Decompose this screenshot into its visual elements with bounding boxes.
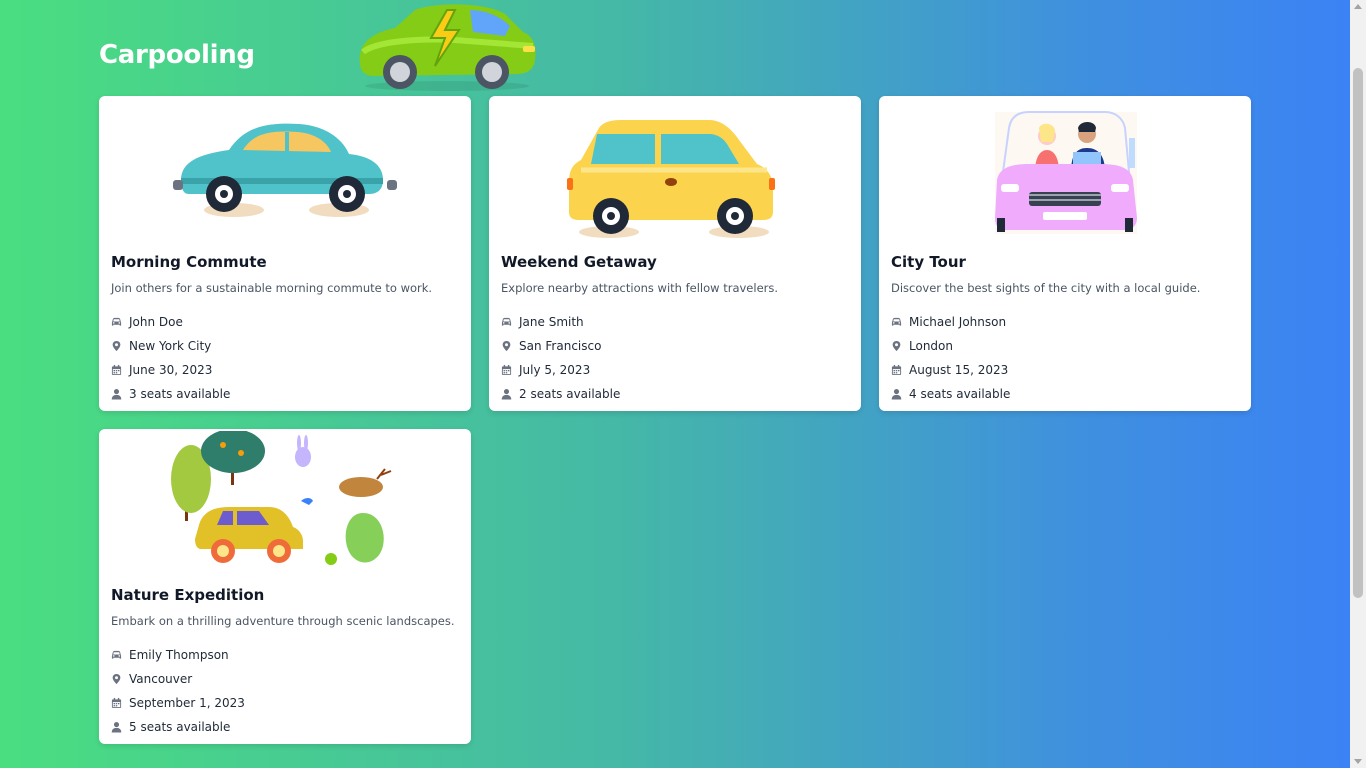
seats-text: 3 seats available <box>129 387 231 401</box>
ride-location: San Francisco <box>501 334 620 358</box>
vertical-scrollbar[interactable] <box>1350 0 1366 768</box>
car-icon <box>501 316 512 328</box>
ride-seats: 4 seats available <box>891 382 1010 406</box>
electric-car-illustration <box>355 2 540 94</box>
ride-date: September 1, 2023 <box>111 691 245 715</box>
calendar-icon <box>891 364 902 376</box>
ride-image <box>169 98 401 238</box>
ride-image <box>169 431 401 571</box>
date-text: July 5, 2023 <box>519 363 591 377</box>
location-name: New York City <box>129 339 212 353</box>
user-icon <box>501 388 512 400</box>
ride-seats: 2 seats available <box>501 382 620 406</box>
ride-title: Weekend Getaway <box>501 253 657 271</box>
seats-text: 4 seats available <box>909 387 1011 401</box>
car-icon <box>891 316 902 328</box>
ride-date: July 5, 2023 <box>501 358 620 382</box>
ride-location: New York City <box>111 334 230 358</box>
date-text: June 30, 2023 <box>129 363 213 377</box>
ride-title: Nature Expedition <box>111 586 265 604</box>
calendar-icon <box>501 364 512 376</box>
location-name: San Francisco <box>519 339 602 353</box>
ride-driver: Michael Johnson <box>891 310 1010 334</box>
ride-seats: 5 seats available <box>111 715 245 739</box>
ride-location: Vancouver <box>111 667 245 691</box>
date-text: September 1, 2023 <box>129 696 245 710</box>
scrollbar-thumb[interactable] <box>1353 68 1363 598</box>
ride-date: August 15, 2023 <box>891 358 1010 382</box>
date-text: August 15, 2023 <box>909 363 1009 377</box>
ride-seats: 3 seats available <box>111 382 230 406</box>
driver-name: John Doe <box>129 315 183 329</box>
map-pin-icon <box>111 340 122 352</box>
ride-card-weekend-getaway[interactable]: Weekend Getaway Explore nearby attractio… <box>489 96 861 411</box>
seats-text: 5 seats available <box>129 720 231 734</box>
user-icon <box>111 721 122 733</box>
user-icon <box>891 388 902 400</box>
ride-title: City Tour <box>891 253 966 271</box>
ride-description: Embark on a thrilling adventure through … <box>111 614 455 628</box>
calendar-icon <box>111 364 122 376</box>
location-name: Vancouver <box>129 672 193 686</box>
scroll-down-arrow-icon[interactable] <box>1354 759 1362 764</box>
scroll-up-arrow-icon[interactable] <box>1354 4 1362 9</box>
driver-name: Jane Smith <box>519 315 584 329</box>
user-icon <box>111 388 122 400</box>
ride-image <box>949 98 1181 238</box>
calendar-icon <box>111 697 122 709</box>
location-name: London <box>909 339 953 353</box>
driver-name: Michael Johnson <box>909 315 1007 329</box>
ride-title: Morning Commute <box>111 253 267 271</box>
ride-description: Explore nearby attractions with fellow t… <box>501 281 779 295</box>
ride-driver: John Doe <box>111 310 230 334</box>
car-icon <box>111 316 122 328</box>
page: Carpooling Morning Commute Join others f… <box>0 0 1350 768</box>
ride-card-nature-expedition[interactable]: Nature Expedition Embark on a thrilling … <box>99 429 471 744</box>
driver-name: Emily Thompson <box>129 648 229 662</box>
ride-location: London <box>891 334 1010 358</box>
ride-description: Discover the best sights of the city wit… <box>891 281 1201 295</box>
ride-description: Join others for a sustainable morning co… <box>111 281 433 295</box>
page-title: Carpooling <box>99 40 255 70</box>
ride-card-city-tour[interactable]: City Tour Discover the best sights of th… <box>879 96 1251 411</box>
seats-text: 2 seats available <box>519 387 621 401</box>
map-pin-icon <box>891 340 902 352</box>
ride-driver: Jane Smith <box>501 310 620 334</box>
map-pin-icon <box>111 673 122 685</box>
ride-image <box>559 98 791 238</box>
ride-card-morning-commute[interactable]: Morning Commute Join others for a sustai… <box>99 96 471 411</box>
ride-date: June 30, 2023 <box>111 358 230 382</box>
map-pin-icon <box>501 340 512 352</box>
ride-driver: Emily Thompson <box>111 643 245 667</box>
car-icon <box>111 649 122 661</box>
